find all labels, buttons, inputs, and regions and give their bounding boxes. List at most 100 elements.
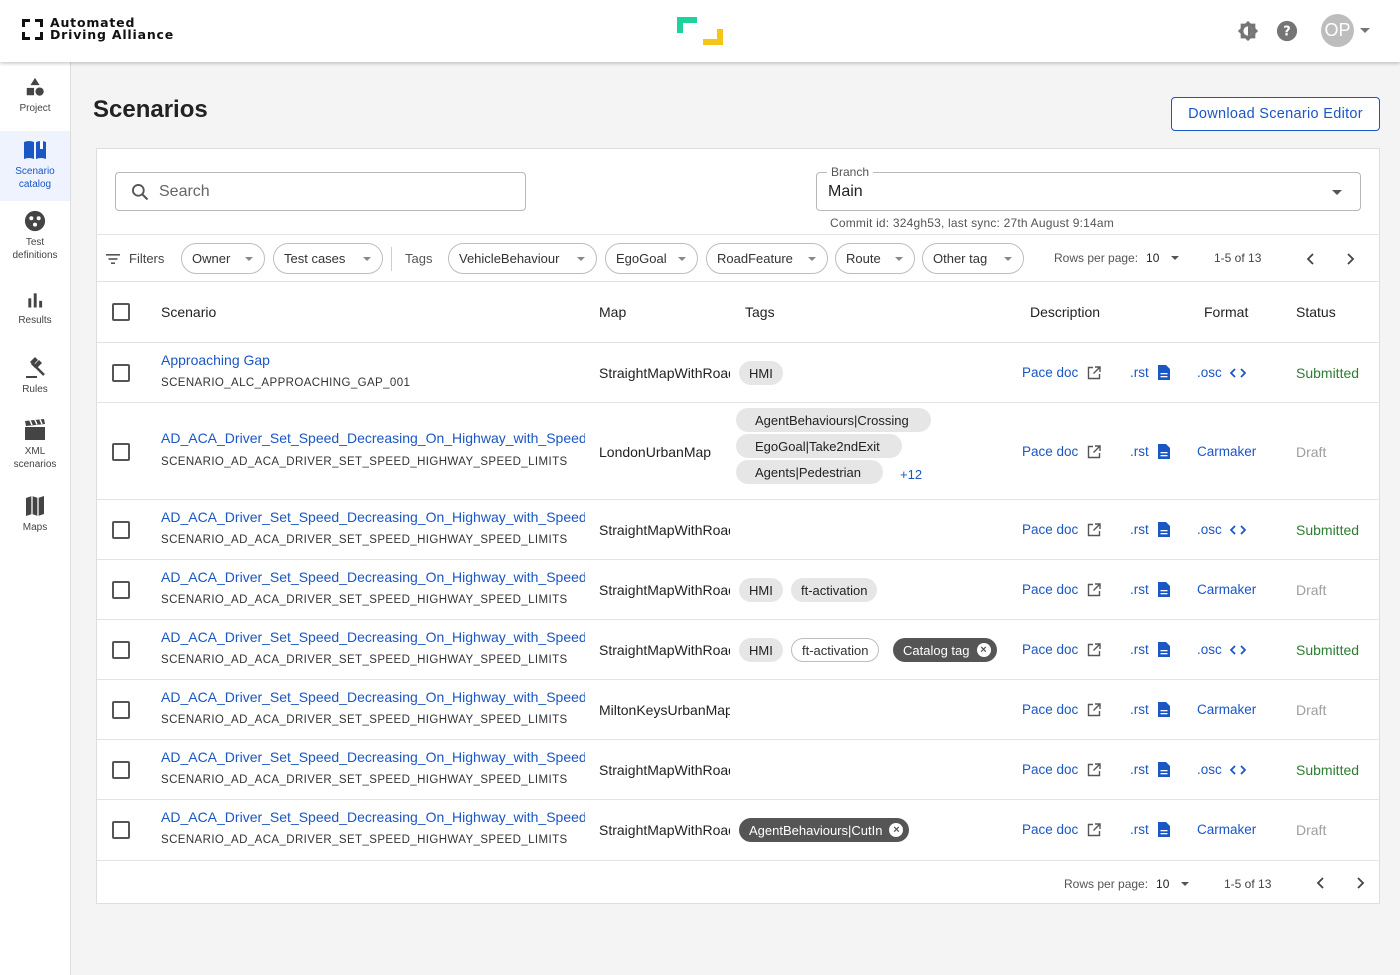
format-link[interactable]: .osc <box>1197 365 1246 380</box>
clapperboard-icon <box>25 419 45 440</box>
format-link[interactable]: Carmaker <box>1197 444 1256 459</box>
test-cases-filter[interactable]: Test cases <box>273 243 383 274</box>
tag-chip: ft-activation <box>791 578 878 602</box>
footer-rows-per-page[interactable]: Rows per page: 10 <box>1064 877 1190 891</box>
column-scenario[interactable]: Scenario <box>161 304 216 320</box>
catalog-tag-chip[interactable]: Catalog tag × <box>893 638 997 662</box>
scenario-link[interactable]: AD_ACA_Driver_Set_Speed_Decreasing_On_Hi… <box>161 430 585 446</box>
help-icon[interactable]: ? <box>1276 20 1298 42</box>
pace-doc-link[interactable]: Pace doc <box>1022 444 1101 459</box>
row-checkbox[interactable] <box>112 581 130 599</box>
sidebar-item-results[interactable]: Results <box>0 290 70 330</box>
format-link[interactable]: Carmaker <box>1197 582 1256 597</box>
select-all-checkbox[interactable] <box>112 303 130 321</box>
rst-link[interactable]: .rst <box>1130 582 1170 597</box>
sidebar-item-xml-scenarios[interactable]: XML scenarios <box>0 419 70 475</box>
row-checkbox[interactable] <box>112 443 130 461</box>
chevron-left-icon[interactable] <box>1313 875 1329 891</box>
row-checkbox[interactable] <box>112 364 130 382</box>
sidebar-item-scenario-catalog[interactable]: Scenario catalog <box>0 131 70 201</box>
format-link[interactable]: Carmaker <box>1197 822 1256 837</box>
column-tags[interactable]: Tags <box>745 304 775 320</box>
rows-per-page[interactable]: Rows per page: 10 <box>1054 251 1180 265</box>
status-badge: Submitted <box>1296 365 1360 381</box>
pace-doc-link[interactable]: Pace doc <box>1022 702 1101 717</box>
top-bar: Automated Driving Alliance ? OP <box>0 0 1400 62</box>
sidebar-item-rules[interactable]: Rules <box>0 355 70 401</box>
pace-doc-label: Pace doc <box>1022 582 1079 597</box>
search-box[interactable] <box>115 172 526 211</box>
format-link[interactable]: Carmaker <box>1197 702 1256 717</box>
table-row[interactable]: AD_ACA_Driver_Set_Speed_Decreasing_On_Hi… <box>97 680 1379 740</box>
theme-icon[interactable] <box>1237 20 1259 42</box>
tag-filter-ego-goal[interactable]: EgoGoal <box>605 243 698 274</box>
external-link-icon <box>1088 365 1101 379</box>
row-checkbox[interactable] <box>112 641 130 659</box>
pace-doc-link[interactable]: Pace doc <box>1022 365 1101 380</box>
row-checkbox[interactable] <box>112 521 130 539</box>
scenario-link[interactable]: AD_ACA_Driver_Set_Speed_Decreasing_On_Hi… <box>161 569 585 585</box>
table-row[interactable]: AD_ACA_Driver_Set_Speed_Decreasing_On_Hi… <box>97 500 1379 560</box>
row-checkbox[interactable] <box>112 701 130 719</box>
rst-link[interactable]: .rst <box>1130 444 1170 459</box>
pace-doc-link[interactable]: Pace doc <box>1022 582 1101 597</box>
tag-filter-label: VehicleBehaviour <box>459 251 560 266</box>
avatar[interactable]: OP <box>1321 14 1354 47</box>
row-checkbox[interactable] <box>112 761 130 779</box>
search-input[interactable] <box>159 182 499 201</box>
brand-mark-icon <box>22 18 43 40</box>
pace-doc-label: Pace doc <box>1022 822 1079 837</box>
brand-logo[interactable]: Automated Driving Alliance <box>22 16 174 41</box>
rst-link[interactable]: .rst <box>1130 762 1170 777</box>
scenario-link[interactable]: AD_ACA_Driver_Set_Speed_Decreasing_On_Hi… <box>161 749 585 765</box>
table-row[interactable]: AD_ACA_Driver_Set_Speed_Decreasing_On_Hi… <box>97 800 1379 861</box>
column-description[interactable]: Description <box>1030 304 1100 320</box>
pace-doc-link[interactable]: Pace doc <box>1022 522 1101 537</box>
column-status[interactable]: Status <box>1296 304 1336 320</box>
tag-filter-road-feature[interactable]: RoadFeature <box>706 243 828 274</box>
scenario-link[interactable]: AD_ACA_Driver_Set_Speed_Decreasing_On_Hi… <box>161 809 585 825</box>
sidebar-item-maps[interactable]: Maps <box>0 495 70 539</box>
scenario-link[interactable]: AD_ACA_Driver_Set_Speed_Decreasing_On_Hi… <box>161 629 585 645</box>
chevron-right-icon[interactable] <box>1342 251 1358 267</box>
table-row[interactable]: Approaching Gap SCENARIO_ALC_APPROACHING… <box>97 343 1379 403</box>
rst-link[interactable]: .rst <box>1130 822 1170 837</box>
sidebar-item-test-definitions[interactable]: Test definitions <box>0 210 70 266</box>
rst-link[interactable]: .rst <box>1130 522 1170 537</box>
format-link[interactable]: .osc <box>1197 522 1246 537</box>
chevron-left-icon[interactable] <box>1303 251 1319 267</box>
row-checkbox[interactable] <box>112 821 130 839</box>
download-scenario-editor-button[interactable]: Download Scenario Editor <box>1171 97 1380 131</box>
tag-filter-route[interactable]: Route <box>835 243 915 274</box>
tag-filter-vehicle-behaviour[interactable]: VehicleBehaviour <box>448 243 597 274</box>
pace-doc-link[interactable]: Pace doc <box>1022 762 1101 777</box>
agent-cutin-tag-chip[interactable]: AgentBehaviours|CutIn × <box>739 818 910 842</box>
branch-select[interactable]: Branch Main <box>816 165 1361 211</box>
pace-doc-link[interactable]: Pace doc <box>1022 822 1101 837</box>
more-tags-link[interactable]: +12 <box>900 467 922 482</box>
owner-filter[interactable]: Owner <box>181 243 265 274</box>
close-icon[interactable]: × <box>976 643 991 657</box>
format-link[interactable]: .osc <box>1197 642 1246 657</box>
tag-chip[interactable]: ft-activation <box>791 638 880 662</box>
table-row[interactable]: AD_ACA_Driver_Set_Speed_Decreasing_On_Hi… <box>97 740 1379 800</box>
sidebar-item-project[interactable]: Project <box>0 76 70 132</box>
scenario-link[interactable]: AD_ACA_Driver_Set_Speed_Decreasing_On_Hi… <box>161 689 585 705</box>
scenario-link[interactable]: Approaching Gap <box>161 352 585 368</box>
rst-link[interactable]: .rst <box>1130 702 1170 717</box>
format-link[interactable]: .osc <box>1197 762 1246 777</box>
column-map[interactable]: Map <box>599 304 626 320</box>
chevron-down-icon[interactable] <box>1360 28 1370 33</box>
tag-filter-other[interactable]: Other tag <box>922 243 1024 274</box>
pace-doc-link[interactable]: Pace doc <box>1022 642 1101 657</box>
table-row[interactable]: AD_ACA_Driver_Set_Speed_Decreasing_On_Hi… <box>97 620 1379 680</box>
rst-link[interactable]: .rst <box>1130 365 1170 380</box>
rst-link[interactable]: .rst <box>1130 642 1170 657</box>
table-row[interactable]: AD_ACA_Driver_Set_Speed_Decreasing_On_Hi… <box>97 560 1379 620</box>
column-format[interactable]: Format <box>1204 304 1248 320</box>
chevron-right-icon[interactable] <box>1352 875 1368 891</box>
close-icon[interactable]: × <box>889 823 904 837</box>
table-row[interactable]: AD_ACA_Driver_Set_Speed_Decreasing_On_Hi… <box>97 403 1379 500</box>
filters-button[interactable]: Filters <box>105 251 164 266</box>
scenario-link[interactable]: AD_ACA_Driver_Set_Speed_Decreasing_On_Hi… <box>161 509 585 525</box>
